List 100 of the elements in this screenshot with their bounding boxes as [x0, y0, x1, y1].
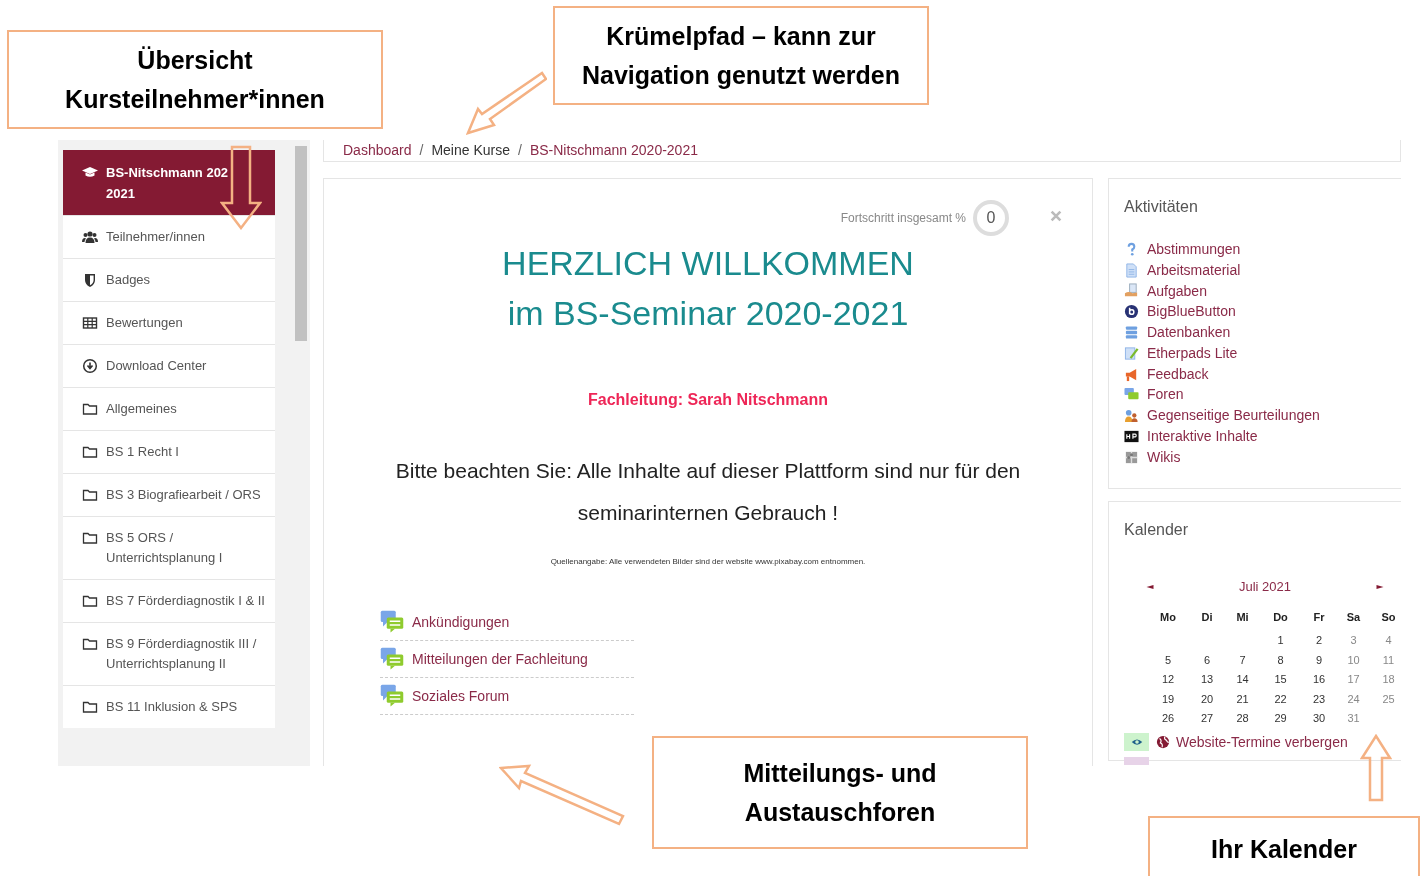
- calendar-day[interactable]: 24: [1336, 690, 1371, 711]
- calendar-day[interactable]: 18: [1371, 671, 1406, 691]
- calendar-day[interactable]: 5: [1148, 651, 1188, 672]
- calendar-day[interactable]: 31: [1336, 710, 1371, 730]
- calendar-day[interactable]: 28: [1226, 710, 1259, 730]
- calendar-day[interactable]: 9: [1302, 651, 1336, 672]
- arrow-drawing: [1360, 734, 1392, 802]
- folder-icon: [82, 530, 98, 546]
- activity-link[interactable]: Arbeitsmaterial: [1124, 259, 1386, 281]
- annotation-callout: Übersicht Kursteilnehmer*innen: [7, 30, 383, 129]
- scrollbar[interactable]: [295, 146, 307, 341]
- calendar-day[interactable]: 7: [1226, 651, 1259, 672]
- welcome-heading: HERZLICH WILLKOMMEN: [502, 243, 914, 284]
- sidebar-item[interactable]: Badges: [63, 258, 275, 301]
- calendar-day[interactable]: 25: [1371, 690, 1406, 711]
- calendar-day[interactable]: 2: [1302, 632, 1336, 652]
- calendar-day[interactable]: 20: [1188, 690, 1226, 711]
- sidebar-item[interactable]: Bewertungen: [63, 301, 275, 344]
- h5p-icon: [1124, 429, 1139, 445]
- annotation-callout: Mitteilungs- und Austauschforen: [652, 736, 1028, 849]
- shield-icon: [82, 272, 98, 288]
- activity-link[interactable]: Gegenseitige Beurteilungen: [1124, 405, 1386, 427]
- activity-link[interactable]: BigBlueButton: [1124, 301, 1386, 323]
- forum-link[interactable]: Soziales Forum: [380, 678, 634, 715]
- users-icon: [82, 229, 98, 245]
- sidebar-item[interactable]: BS-Nitschmann 202 2021: [63, 150, 275, 215]
- weekday-label: So: [1380, 610, 1397, 626]
- calendar-day[interactable]: 16: [1302, 671, 1336, 691]
- calendar-day[interactable]: 17: [1336, 671, 1371, 691]
- activity-link[interactable]: Interaktive Inhalte: [1124, 426, 1386, 447]
- folder-icon: [82, 401, 98, 417]
- breadcrumb-link[interactable]: Meine Kurse: [431, 140, 510, 161]
- breadcrumb-separator: /: [518, 141, 522, 160]
- graduation-cap-icon: [82, 164, 98, 180]
- progress-label: Fortschritt insgesamt %: [840, 210, 966, 227]
- activity-link[interactable]: Aufgaben: [1124, 280, 1386, 302]
- annotation-callout: Ihr Kalender: [1148, 816, 1420, 876]
- calendar-day[interactable]: 21: [1226, 690, 1259, 711]
- table-icon: [82, 315, 98, 331]
- activity-link[interactable]: Foren: [1124, 384, 1386, 406]
- calendar-day[interactable]: 15: [1259, 671, 1302, 691]
- sidebar-item[interactable]: BS 5 ORS / Unterrichtsplanung I: [63, 516, 275, 579]
- source-note: Quellenangabe: Alle verwendeten Bilder sind der website www.pixabay.com entnommen.: [549, 556, 867, 568]
- calendar-day[interactable]: 14: [1226, 671, 1259, 691]
- hand-document-icon: [1124, 283, 1139, 299]
- calendar-day[interactable]: 30: [1302, 710, 1336, 730]
- weekday-label: Do: [1272, 610, 1289, 626]
- puzzle-icon: [1124, 449, 1139, 465]
- pencil-pad-icon: [1124, 345, 1139, 361]
- calendar-day[interactable]: 3: [1336, 632, 1371, 652]
- weekday-label: Fr: [1312, 610, 1326, 626]
- activity-link[interactable]: Feedback: [1124, 363, 1386, 385]
- sidebar-item[interactable]: Teilnehmer/innen: [63, 215, 275, 258]
- globe-icon: [1156, 735, 1170, 750]
- sidebar-item[interactable]: BS 9 Förderdiagnostik III / Unterrichtsplanung II: [63, 622, 275, 685]
- calendar-day[interactable]: 29: [1259, 710, 1302, 730]
- notice-text: Bitte beachten Sie: Alle Inhalte auf dieser Plattform sind nur für den seminarinternen Gebrauch !: [394, 458, 1022, 526]
- folder-icon: [82, 699, 98, 715]
- folder-icon: [82, 636, 98, 652]
- speech-bubbles-icon: [380, 610, 404, 634]
- weekday-label: Mi: [1235, 610, 1250, 626]
- calendar-day[interactable]: 19: [1148, 690, 1188, 711]
- calendar-day[interactable]: 27: [1188, 710, 1226, 730]
- calendar-day[interactable]: 23: [1302, 690, 1336, 711]
- sidebar-item[interactable]: BS 7 Förderdiagnostik I & II: [63, 579, 275, 622]
- speech-bubbles-icon: [380, 684, 404, 708]
- sidebar-item[interactable]: BS 3 Biografiearbeit / ORS: [63, 473, 275, 516]
- activity-link[interactable]: Abstimmungen: [1124, 239, 1386, 260]
- calendar-day[interactable]: 10: [1336, 651, 1371, 672]
- folder-icon: [82, 487, 98, 503]
- calendar-day[interactable]: 13: [1188, 671, 1226, 691]
- category-toggle[interactable]: [1124, 756, 1149, 765]
- sidebar-item[interactable]: BS 11 Inklusion & SPS: [63, 685, 275, 728]
- calendar-day[interactable]: 8: [1259, 651, 1302, 672]
- calendar-day[interactable]: 6: [1188, 651, 1226, 672]
- filter-link[interactable]: Website-Termine verbergen: [1156, 731, 1348, 753]
- activity-link[interactable]: Wikis: [1124, 446, 1386, 468]
- folder-icon: [82, 593, 98, 609]
- calendar-day[interactable]: 1: [1259, 632, 1302, 652]
- sidebar-item[interactable]: Download Center: [63, 344, 275, 387]
- lead-text: Fachleitung: Sarah Nitschmann: [586, 390, 829, 410]
- calendar-day[interactable]: 11: [1371, 651, 1406, 672]
- megaphone-icon: [1124, 366, 1139, 382]
- activity-link[interactable]: Datenbanken: [1124, 322, 1386, 343]
- forum-link[interactable]: Ankündigungen: [380, 604, 634, 641]
- weekday-label: Di: [1200, 610, 1214, 626]
- month-link[interactable]: Juli 2021: [1238, 576, 1291, 597]
- breadcrumb-link[interactable]: BS-Nitschmann 2020-2021: [529, 140, 698, 161]
- calendar-day[interactable]: 4: [1371, 632, 1406, 652]
- breadcrumb-link[interactable]: Dashboard: [343, 140, 412, 161]
- document-icon: [1124, 262, 1139, 278]
- calendar-day[interactable]: 26: [1148, 710, 1188, 730]
- forum-link[interactable]: Mitteilungen der Fachleitung: [380, 641, 634, 678]
- activity-link[interactable]: Etherpads Lite: [1124, 343, 1386, 364]
- calendar-day[interactable]: 22: [1259, 690, 1302, 711]
- sidebar-item[interactable]: BS 1 Recht I: [63, 430, 275, 473]
- eye-toggle[interactable]: [1124, 733, 1149, 752]
- sidebar-item[interactable]: Allgemeines: [63, 387, 275, 430]
- breadcrumb-separator: /: [419, 141, 424, 160]
- calendar-day[interactable]: 12: [1148, 671, 1188, 691]
